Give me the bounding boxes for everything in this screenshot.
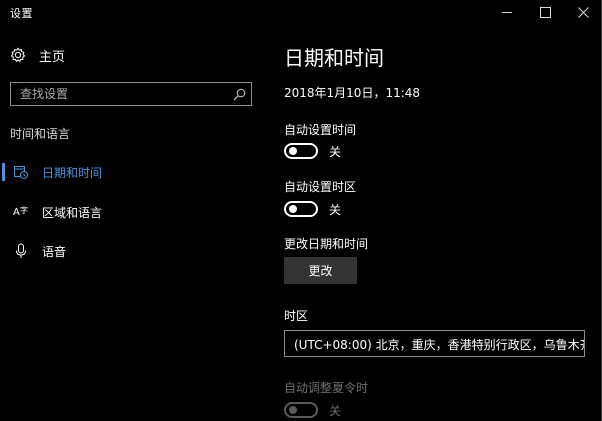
sidebar-home-label: 主页 bbox=[39, 49, 66, 65]
svg-text:字: 字 bbox=[20, 205, 28, 215]
sidebar: 主页 时间和语言 日期和时间 A 字 区域和语言 bbox=[0, 24, 270, 421]
dst-toggle[interactable] bbox=[284, 402, 318, 418]
auto-timezone-toggle[interactable] bbox=[284, 201, 318, 217]
settings-window: 设置 主页 时间和语言 bbox=[0, 0, 602, 421]
maximize-button[interactable] bbox=[526, 0, 564, 24]
close-icon bbox=[577, 6, 589, 18]
main-content: 日期和时间 2018年1月10日，11:48 自动设置时间 关 自动设置时区 关… bbox=[284, 24, 602, 421]
sidebar-home[interactable]: 主页 bbox=[10, 44, 65, 66]
auto-time-toggle[interactable] bbox=[284, 143, 318, 159]
change-datetime-label: 更改日期和时间 bbox=[284, 237, 369, 251]
toggle-knob bbox=[289, 147, 297, 155]
minimize-icon bbox=[502, 11, 512, 13]
sidebar-item-region-language[interactable]: A 字 区域和语言 bbox=[0, 194, 270, 230]
search-input[interactable] bbox=[11, 83, 235, 105]
title-bar: 设置 bbox=[0, 0, 602, 24]
microphone-icon bbox=[16, 243, 26, 258]
toggle-knob bbox=[289, 406, 297, 414]
sidebar-item-label: 语音 bbox=[42, 244, 67, 259]
sidebar-item-label: 区域和语言 bbox=[42, 205, 103, 220]
auto-timezone-label: 自动设置时区 bbox=[284, 180, 357, 194]
sidebar-item-speech[interactable]: 语音 bbox=[0, 233, 270, 269]
timezone-value: (UTC+08:00) 北京，重庆，香港特别行政区，乌鲁木齐 bbox=[294, 338, 585, 352]
calendar-clock-icon bbox=[14, 166, 28, 179]
timezone-select[interactable]: (UTC+08:00) 北京，重庆，香港特别行政区，乌鲁木齐 bbox=[284, 330, 585, 357]
search-icon[interactable] bbox=[233, 88, 246, 101]
auto-timezone-state: 关 bbox=[329, 202, 342, 217]
dst-toggle-row: 关 bbox=[284, 400, 341, 420]
search-box[interactable] bbox=[10, 82, 252, 106]
language-icon: A 字 bbox=[13, 205, 28, 218]
dst-label: 自动调整夏令时 bbox=[284, 381, 369, 395]
close-button[interactable] bbox=[564, 0, 602, 24]
sidebar-item-date-time[interactable]: 日期和时间 bbox=[0, 154, 270, 190]
auto-time-state: 关 bbox=[329, 144, 342, 159]
page-title: 日期和时间 bbox=[284, 46, 384, 70]
timezone-label: 时区 bbox=[284, 309, 309, 323]
dst-state: 关 bbox=[329, 403, 342, 418]
auto-time-label: 自动设置时间 bbox=[284, 123, 357, 137]
toggle-knob bbox=[289, 205, 297, 213]
svg-text:A: A bbox=[13, 207, 20, 218]
auto-timezone-toggle-row: 关 bbox=[284, 199, 341, 219]
minimize-button[interactable] bbox=[488, 0, 526, 24]
current-datetime: 2018年1月10日，11:48 bbox=[284, 86, 421, 100]
maximize-icon bbox=[539, 6, 551, 18]
gear-icon bbox=[10, 47, 26, 62]
auto-time-toggle-row: 关 bbox=[284, 141, 341, 161]
active-indicator bbox=[2, 163, 5, 181]
section-title: 时间和语言 bbox=[10, 127, 71, 141]
window-title: 设置 bbox=[10, 7, 33, 20]
change-button[interactable]: 更改 bbox=[284, 257, 357, 284]
sidebar-item-label: 日期和时间 bbox=[42, 165, 103, 180]
